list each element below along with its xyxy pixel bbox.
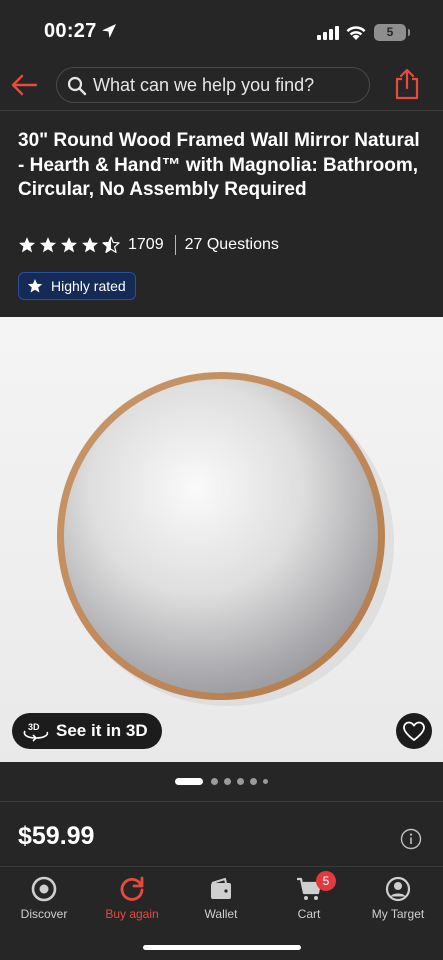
carousel-dot[interactable]: [263, 778, 268, 784]
questions-link[interactable]: 27 Questions: [185, 236, 279, 254]
carousel-dot[interactable]: [250, 777, 257, 785]
home-indicator[interactable]: [143, 945, 301, 950]
back-arrow-icon[interactable]: [8, 70, 40, 100]
tab-my-target[interactable]: My Target: [354, 875, 442, 921]
header-divider: [0, 110, 443, 111]
highly-rated-badge: Highly rated: [18, 272, 136, 300]
star-icon: [39, 237, 57, 253]
tab-label: My Target: [371, 907, 425, 921]
tab-label: Cart: [297, 907, 321, 921]
carousel-dot-active[interactable]: [175, 777, 203, 785]
product-title: 30" Round Wood Framed Wall Mirror Natura…: [18, 130, 420, 200]
search-input[interactable]: What can we help you find?: [56, 67, 370, 103]
target-icon: [31, 876, 57, 902]
tab-discover[interactable]: Discover: [0, 875, 88, 921]
profile-icon: [385, 876, 411, 902]
mirror-image: [57, 372, 394, 706]
heart-icon[interactable]: [396, 713, 432, 749]
search-placeholder: What can we help you find?: [93, 75, 315, 95]
carousel-dot[interactable]: [224, 777, 231, 785]
star-icon: [27, 279, 43, 293]
tab-cart[interactable]: 5 Cart: [265, 871, 353, 921]
tab-label: Discover: [20, 907, 68, 921]
search-icon: [67, 76, 87, 96]
product-price: $59.99: [18, 822, 95, 850]
refresh-icon: [120, 876, 144, 901]
signal-icon: [317, 26, 339, 40]
3d-rotate-icon: 3D: [23, 722, 49, 742]
status-bar: 00:27 5: [0, 0, 443, 62]
star-icon: [60, 237, 78, 253]
wallet-icon: [211, 877, 231, 899]
battery-icon: 5: [374, 24, 410, 41]
cart-count-badge: 5: [316, 871, 336, 891]
search-header: What can we help you find?: [0, 62, 443, 110]
tab-buy-again[interactable]: Buy again: [88, 875, 176, 921]
badge-label: Highly rated: [51, 278, 126, 294]
see-in-3d-button[interactable]: 3D See it in 3D: [12, 713, 162, 749]
wifi-icon: [346, 26, 366, 40]
carousel-dot[interactable]: [211, 777, 218, 785]
carousel-indicator[interactable]: [175, 775, 274, 787]
divider: [174, 235, 176, 255]
product-image[interactable]: 3D See it in 3D: [0, 317, 443, 762]
see-in-3d-label: See it in 3D: [56, 721, 148, 740]
review-count[interactable]: 1709: [128, 236, 164, 254]
status-time: 00:27: [44, 20, 97, 42]
tab-label: Wallet: [204, 907, 238, 921]
svg-text:3D: 3D: [28, 722, 40, 732]
info-icon[interactable]: [400, 828, 422, 850]
share-icon[interactable]: [394, 68, 420, 100]
tab-label: Buy again: [105, 907, 159, 921]
tab-wallet[interactable]: Wallet: [177, 875, 265, 921]
star-icon: [18, 237, 36, 253]
location-arrow-icon: [102, 24, 116, 38]
half-star-icon: [102, 236, 120, 253]
star-icon: [81, 237, 99, 253]
rating-row[interactable]: 1709 27 Questions: [18, 234, 279, 256]
divider: [0, 801, 443, 802]
carousel-dot[interactable]: [237, 777, 244, 785]
